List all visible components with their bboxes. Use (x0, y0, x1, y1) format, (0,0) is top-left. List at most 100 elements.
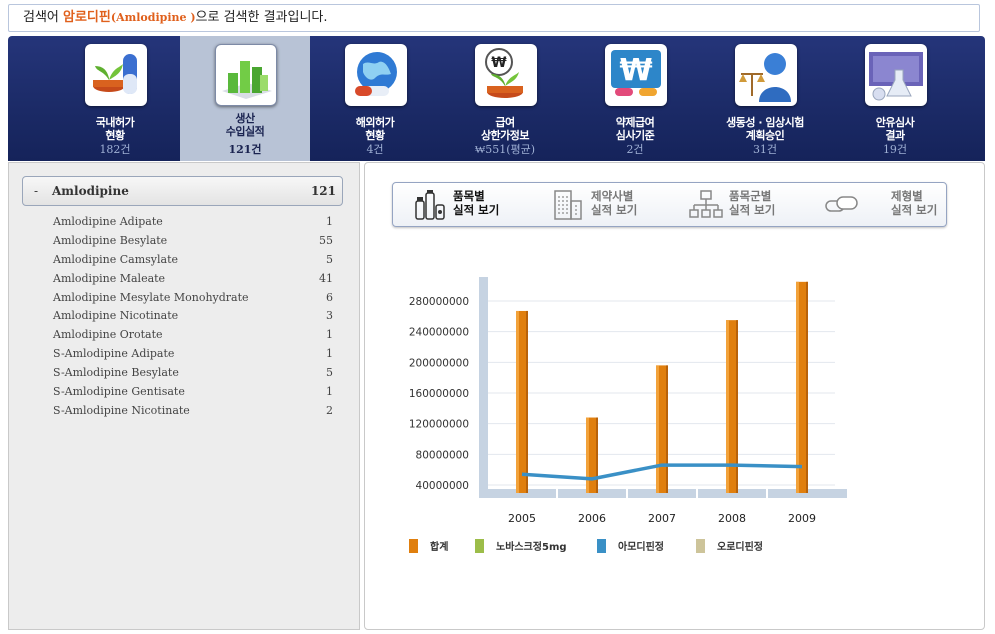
nav-label: 해외허가 현황 (355, 116, 395, 142)
chart-svg: 40000000 80000000 120000000 160000000 200000… (409, 277, 847, 525)
search-keyword: 암로디핀(Amlodipine ) (63, 10, 196, 25)
tree-sub-item[interactable]: Amlodipine Maleate 41 (53, 270, 343, 289)
x-tick-label: 2007 (648, 512, 676, 525)
tree-root-amlodipine[interactable]: - Amlodipine 121 (22, 176, 343, 206)
search-keyword-ko: 암로디핀 (63, 10, 111, 25)
category-nav: 국내허가 현황 182건 생산 수입실적 121건 해외허가 현황 4건 ₩ 급… (8, 36, 985, 161)
y-tick-label: 280000000 (409, 296, 469, 308)
legend-item: 합계 (409, 538, 448, 553)
globe-icon (345, 44, 407, 106)
bar-highlight (656, 365, 659, 493)
nav-label: 안유심사 결과 (875, 116, 915, 142)
legend-swatch (597, 538, 606, 553)
y-tick-label: 160000000 (409, 388, 469, 400)
legend-item: 오로디핀정 (696, 538, 763, 553)
performance-chart: 40000000 80000000 120000000 160000000 200000… (365, 243, 984, 543)
legend-swatch (409, 538, 418, 553)
tab-by-company[interactable]: 제약사별 실적 보기 (531, 183, 669, 226)
tree-sub-item[interactable]: Amlodipine Camsylate 5 (53, 251, 343, 270)
nav-item-overseas-approval[interactable]: 해외허가 현황 4건 (310, 36, 440, 161)
building-icon (554, 190, 582, 220)
bar-highlight (516, 310, 519, 493)
nav-item-safety-review[interactable]: 안유심사 결과 19건 (830, 36, 960, 161)
won-pills-icon: ₩ (605, 44, 667, 106)
svg-text:₩: ₩ (619, 53, 652, 88)
x-tick-label: 2006 (578, 512, 606, 525)
hierarchy-icon (689, 190, 723, 218)
nav-count: ₩551(평균) (474, 143, 536, 156)
nav-count: 2건 (626, 143, 644, 156)
y-tick-label: 40000000 (416, 480, 469, 492)
production-chart-icon (215, 44, 277, 106)
nav-label: 약제급여 심사기준 (615, 116, 655, 142)
bar-shade (736, 320, 738, 493)
tab-label: 품목군별 실적 보기 (729, 189, 776, 217)
nav-item-reimbursement-price[interactable]: ₩ 급여 상한가정보 ₩551(평균) (440, 36, 570, 161)
nav-label: 생동성 · 임상시험 계획승인 (726, 116, 804, 142)
tab-label: 제형별 실적 보기 (891, 189, 938, 217)
tree-sub-item[interactable]: S-Amlodipine Gentisate 1 (53, 383, 343, 402)
nav-count: 121건 (228, 143, 262, 156)
tab-by-formulation[interactable]: 제형별 실적 보기 (807, 183, 945, 226)
tree-root-name: Amlodipine (52, 184, 129, 198)
domestic-approval-icon (85, 44, 147, 106)
search-result-bar: 검색어 암로디핀(Amlodipine )으로 검색한 결과입니다. (8, 4, 980, 32)
nav-label: 국내허가 현황 (95, 116, 135, 142)
scale-person-icon (735, 44, 797, 106)
x-tick-label: 2008 (718, 512, 746, 525)
nav-label: 급여 상한가정보 (480, 116, 530, 142)
bar-shade (666, 365, 668, 493)
nav-count: 31건 (752, 143, 778, 156)
bar-highlight (726, 320, 729, 493)
search-suffix: 으로 검색한 결과입니다. (195, 10, 328, 25)
search-keyword-en: (Amlodipine ) (110, 11, 196, 24)
nav-count: 182건 (99, 143, 131, 156)
nav-item-bioequivalence[interactable]: 생동성 · 임상시험 계획승인 31건 (700, 36, 830, 161)
nav-count: 4건 (366, 143, 384, 156)
performance-panel: 품목별 실적 보기 제약사별 실적 보기 품목군별 실적 보기 제형별 실적 보… (364, 162, 985, 630)
tab-by-product-group[interactable]: 품목군별 실적 보기 (669, 183, 807, 226)
tab-label: 제약사별 실적 보기 (591, 189, 638, 217)
view-tabbar: 품목별 실적 보기 제약사별 실적 보기 품목군별 실적 보기 제형별 실적 보… (392, 182, 947, 227)
tree-sub-item[interactable]: Amlodipine Orotate 1 (53, 326, 343, 345)
won-price-icon: ₩ (475, 44, 537, 106)
legend-swatch (696, 538, 705, 553)
capsule-icon (825, 196, 858, 212)
tab-label: 품목별 실적 보기 (453, 189, 500, 217)
tree-sub-item[interactable]: Amlodipine Besylate 55 (53, 232, 343, 251)
bar-shade (526, 310, 528, 493)
tree-sub-item[interactable]: Amlodipine Adipate 1 (53, 213, 343, 232)
nav-count: 19건 (882, 143, 908, 156)
nav-item-domestic-approval[interactable]: 국내허가 현황 182건 (50, 36, 180, 161)
tab-by-product[interactable]: 품목별 실적 보기 (393, 183, 531, 226)
tree-sub-list: Amlodipine Adipate 1 Amlodipine Besylate 5… (53, 213, 343, 421)
ingredient-tree-panel: - Amlodipine 121 Amlodipine Adipate 1 Aml… (8, 162, 360, 630)
y-tick-label: 120000000 (409, 419, 469, 431)
bar-shade (596, 417, 598, 493)
y-tick-label: 80000000 (416, 449, 469, 461)
y-tick-label: 200000000 (409, 357, 469, 369)
legend-swatch (475, 538, 484, 553)
nav-label: 생산 수입실적 (225, 112, 265, 138)
tree-sub-item[interactable]: Amlodipine Mesylate Monohydrate 6 (53, 289, 343, 308)
legend-item: 아모디핀정 (597, 538, 664, 553)
search-prefix: 검색어 (23, 10, 64, 25)
nav-item-production-import[interactable]: 생산 수입실적 121건 (180, 36, 310, 161)
chart-wall (479, 277, 488, 497)
legend-item: 노바스크정5mg (475, 538, 567, 553)
lab-flask-icon (865, 44, 927, 106)
x-tick-label: 2005 (508, 512, 536, 525)
x-tick-label: 2009 (788, 512, 816, 525)
tree-root-count: 121 (310, 184, 336, 198)
bar-highlight (796, 281, 799, 493)
tree-sub-item[interactable]: S-Amlodipine Besylate 5 (53, 364, 343, 383)
tree-sub-item[interactable]: Amlodipine Nicotinate 3 (53, 307, 343, 326)
tree-sub-item[interactable]: S-Amlodipine Nicotinate 2 (53, 402, 343, 421)
y-tick-label: 240000000 (409, 327, 469, 339)
bar-shade (806, 281, 808, 493)
pill-bottles-icon (415, 190, 445, 220)
collapse-toggle-icon[interactable]: - (34, 184, 38, 198)
svg-text:₩: ₩ (491, 55, 507, 71)
nav-item-reimbursement-criteria[interactable]: ₩ 약제급여 심사기준 2건 (570, 36, 700, 161)
tree-sub-item[interactable]: S-Amlodipine Adipate 1 (53, 345, 343, 364)
